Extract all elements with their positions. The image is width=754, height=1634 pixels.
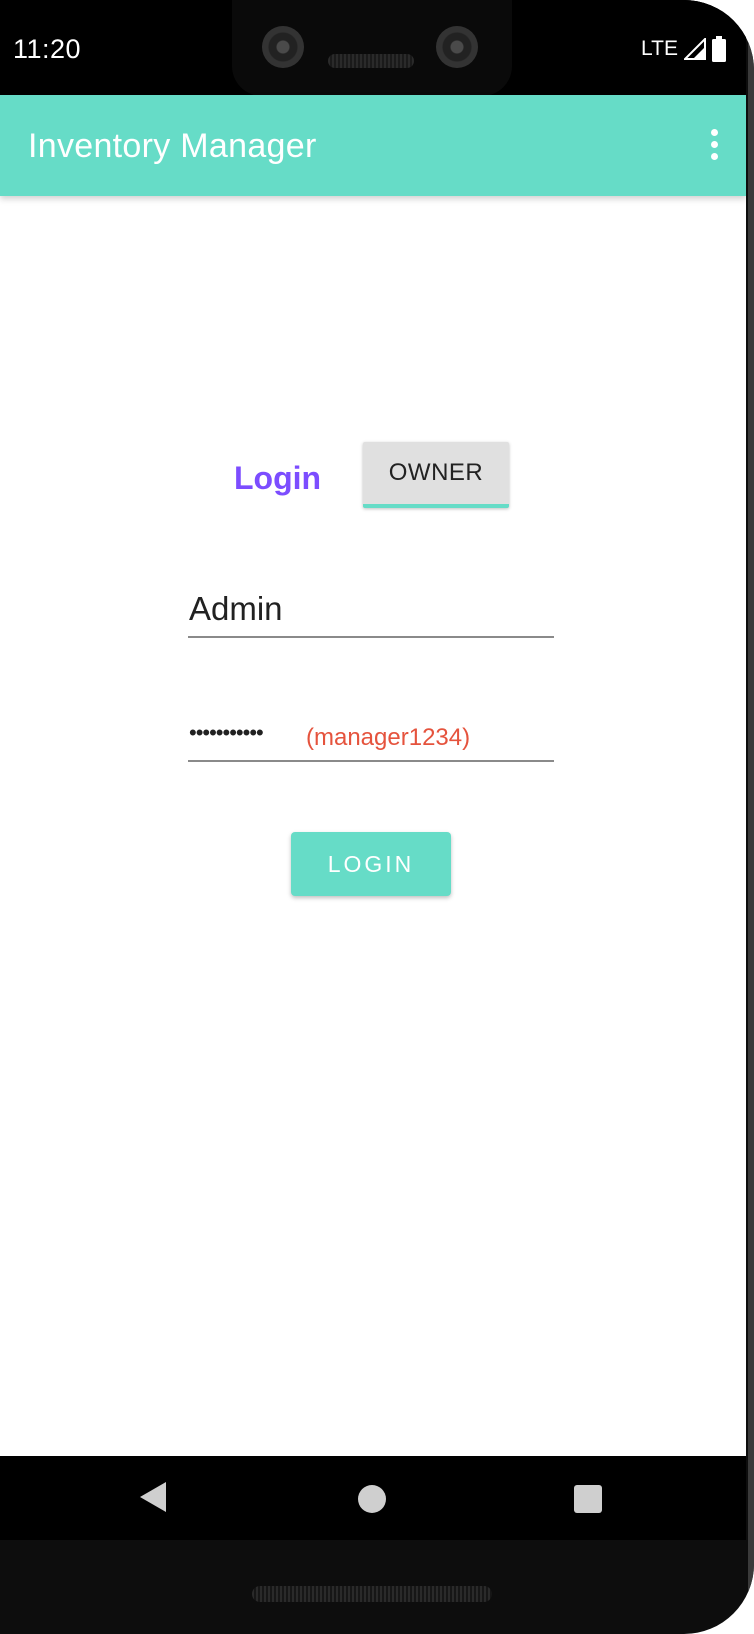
device-frame-edge xyxy=(748,0,754,1634)
status-time: 11:20 xyxy=(13,34,82,64)
app-bar: Inventory Manager xyxy=(0,95,746,196)
navigation-bar xyxy=(0,1456,746,1540)
signal-icon xyxy=(684,38,706,60)
password-hint: (manager1234) xyxy=(306,724,471,751)
overflow-menu-icon[interactable] xyxy=(704,129,724,163)
battery-icon xyxy=(712,36,726,62)
password-masked-value: ••••••••••• xyxy=(189,720,264,745)
front-sensor-icon xyxy=(436,26,478,68)
bottom-speaker xyxy=(252,1586,492,1602)
recents-icon[interactable] xyxy=(574,1485,602,1513)
home-icon[interactable] xyxy=(358,1485,386,1513)
username-field[interactable]: Admin xyxy=(188,590,554,638)
status-indicators: LTE xyxy=(641,36,726,62)
camera-notch xyxy=(232,0,512,96)
back-icon[interactable] xyxy=(140,1482,166,1512)
login-screen: Login OWNER Admin ••••••••••• (manager12… xyxy=(0,196,746,1456)
login-button[interactable]: LOGIN xyxy=(291,832,451,896)
username-value: Admin xyxy=(189,590,283,627)
app-title: Inventory Manager xyxy=(28,127,317,165)
front-camera-icon xyxy=(262,26,304,68)
screen: 11:20 LTE Inventory Manager Login OWNER … xyxy=(0,0,746,1540)
network-type: LTE xyxy=(641,37,678,60)
login-heading: Login xyxy=(234,460,322,496)
device-frame: 11:20 LTE Inventory Manager Login OWNER … xyxy=(0,0,754,1634)
password-field[interactable]: ••••••••••• (manager1234) xyxy=(188,716,554,762)
earpiece-speaker xyxy=(328,54,414,68)
owner-role-button[interactable]: OWNER xyxy=(363,442,509,508)
